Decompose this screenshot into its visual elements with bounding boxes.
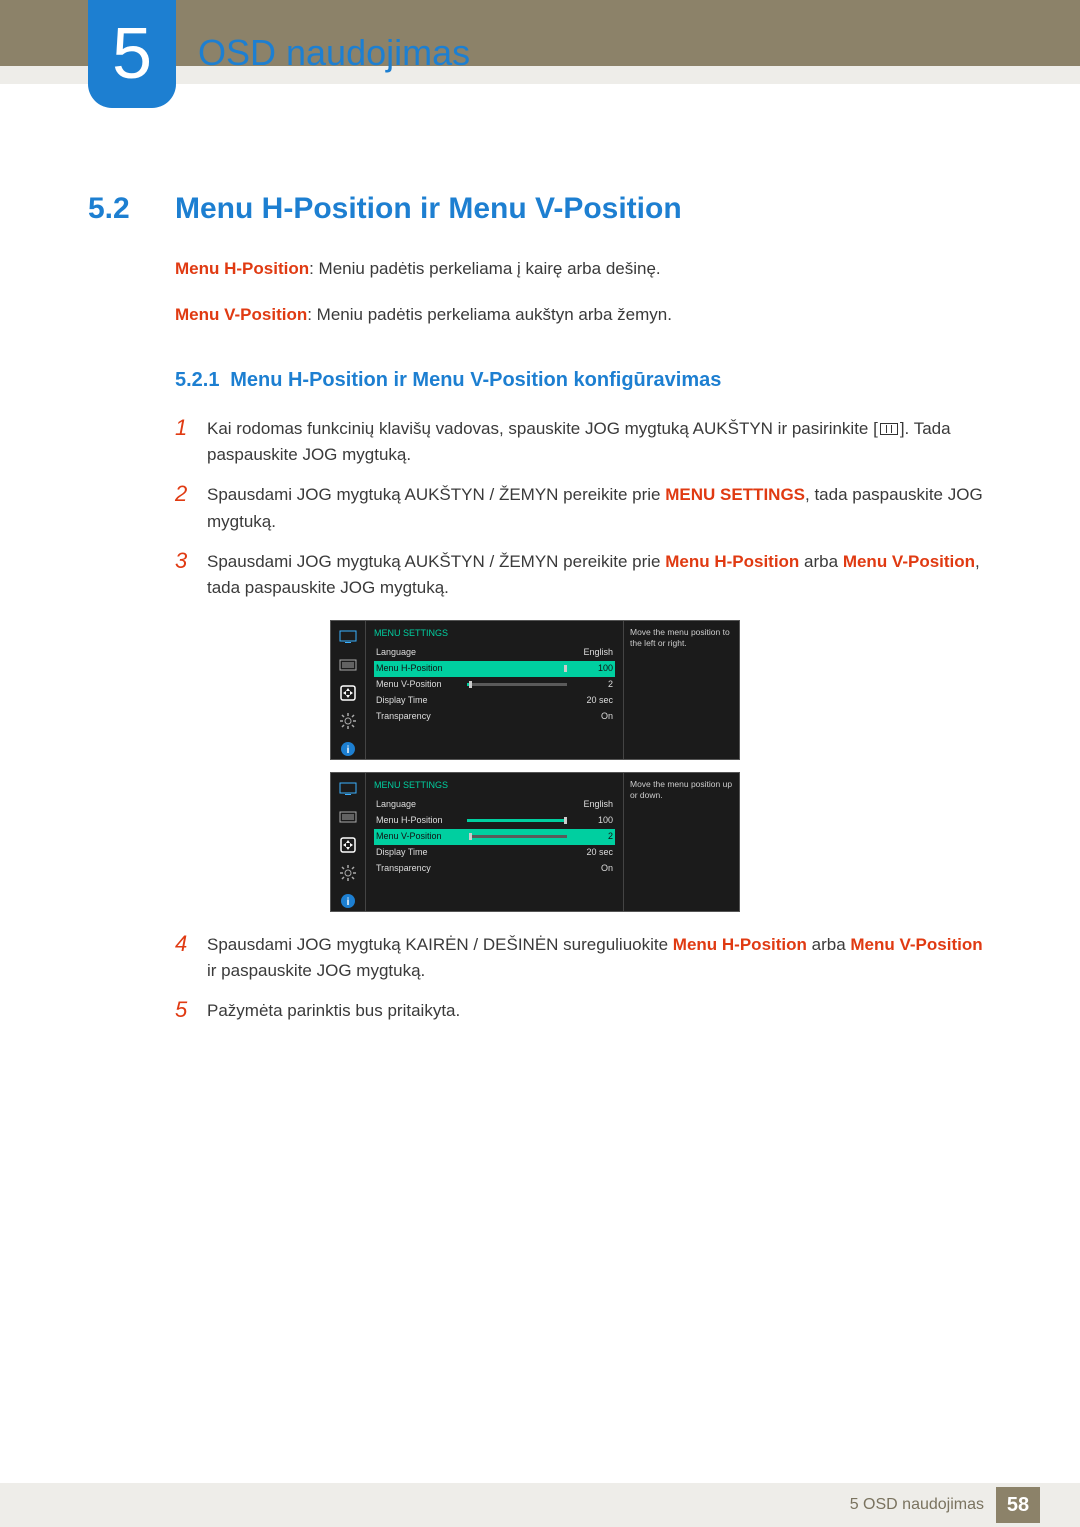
osd-main: MENU SETTINGS Language English Menu H-Po…: [366, 621, 624, 759]
step-3-r1: Menu H-Position: [665, 552, 799, 571]
subsection-heading: 5.2.1 Menu H-Position ir Menu V-Position…: [175, 365, 990, 396]
svg-text:i: i: [347, 897, 350, 908]
move-icon: [337, 683, 359, 703]
footer-page-number: 58: [996, 1487, 1040, 1523]
osd-sidebar: i: [331, 773, 366, 911]
list-icon: [337, 807, 359, 827]
chapter-title: OSD naudojimas: [198, 32, 470, 74]
step-4-r2: Menu V-Position: [850, 935, 982, 954]
step-4-number: 4: [175, 932, 207, 985]
osd-row-hpos: Menu H-Position 100: [374, 813, 615, 829]
osd-row-vpos: Menu V-Position 2: [374, 677, 615, 693]
chapter-number-badge: 5: [88, 0, 176, 108]
section-title: Menu H-Position ir Menu V-Position: [175, 192, 682, 226]
step-5: 5 Pažymėta parinktis bus pritaikyta.: [175, 998, 990, 1024]
step-3-mid: arba: [799, 552, 842, 571]
monitor-icon: [337, 627, 359, 647]
step-2-bold: MENU SETTINGS: [665, 485, 805, 504]
step-3-r2: Menu V-Position: [843, 552, 975, 571]
step-4-mid: arba: [807, 935, 850, 954]
step-3: 3 Spausdami JOG mygtuką AUKŠTYN / ŽEMYN …: [175, 549, 990, 602]
osd-language-label: Language: [376, 798, 461, 812]
osd-title: MENU SETTINGS: [374, 627, 615, 641]
osd-row-trans: Transparency On: [374, 709, 615, 725]
step-4: 4 Spausdami JOG mygtuką KAIRĖN / DEŠINĖN…: [175, 932, 990, 985]
step-4-body: Spausdami JOG mygtuką KAIRĖN / DEŠINĖN s…: [207, 932, 990, 985]
osd-hpos-value: 100: [573, 814, 613, 828]
osd-trans-label: Transparency: [376, 862, 461, 876]
step-1-body: Kai rodomas funkcinių klavišų vadovas, s…: [207, 416, 990, 469]
osd-row-trans: Transparency On: [374, 861, 615, 877]
step-1-text-a: Kai rodomas funkcinių klavišų vadovas, s…: [207, 419, 878, 438]
subsection-title: Menu H-Position ir Menu V-Position konfi…: [230, 369, 721, 391]
step-5-number: 5: [175, 998, 207, 1024]
osd-vpos-label: Menu V-Position: [376, 830, 461, 844]
osd-sidebar: i: [331, 621, 366, 759]
intro-vpos: Menu V-Position: Meniu padėtis perkeliam…: [175, 302, 990, 328]
osd-dtime-label: Display Time: [376, 846, 461, 860]
info-icon: i: [337, 891, 359, 911]
step-2: 2 Spausdami JOG mygtuką AUKŠTYN / ŽEMYN …: [175, 482, 990, 535]
info-icon: i: [337, 739, 359, 759]
step-2-number: 2: [175, 482, 207, 535]
osd-row-hpos-selected: Menu H-Position 100: [374, 661, 615, 677]
osd-hint-v: Move the menu position up or down.: [624, 773, 739, 911]
osd-row-dtime: Display Time 20 sec: [374, 845, 615, 861]
subsection-number: 5.2.1: [175, 369, 219, 391]
step-4-text-a: Spausdami JOG mygtuką KAIRĖN / DEŠINĖN s…: [207, 935, 673, 954]
intro-hpos: Menu H-Position: Meniu padėtis perkeliam…: [175, 256, 990, 282]
menu-icon: [880, 423, 898, 435]
osd-main: MENU SETTINGS Language English Menu H-Po…: [366, 773, 624, 911]
intro-hpos-text: : Meniu padėtis perkeliama į kairę arba …: [309, 259, 661, 278]
osd-title: MENU SETTINGS: [374, 779, 615, 793]
osd-vpos-label: Menu V-Position: [376, 678, 461, 692]
step-3-text-a: Spausdami JOG mygtuką AUKŠTYN / ŽEMYN pe…: [207, 552, 665, 571]
step-3-number: 3: [175, 549, 207, 602]
gear-icon: [337, 863, 359, 883]
step-1-number: 1: [175, 416, 207, 469]
osd-language-label: Language: [376, 646, 461, 660]
step-3-body: Spausdami JOG mygtuką AUKŠTYN / ŽEMYN pe…: [207, 549, 990, 602]
body-content: Menu H-Position: Meniu padėtis perkeliam…: [175, 256, 990, 1039]
osd-trans-value: On: [573, 862, 613, 876]
section-number: 5.2: [88, 192, 130, 226]
move-icon: [337, 835, 359, 855]
osd-hpos-label: Menu H-Position: [376, 814, 461, 828]
intro-vpos-label: Menu V-Position: [175, 305, 307, 324]
osd-screenshots: i MENU SETTINGS Language English Menu H-…: [330, 620, 990, 912]
osd-language-value: English: [573, 646, 613, 660]
osd-dtime-label: Display Time: [376, 694, 461, 708]
osd-row-language: Language English: [374, 797, 615, 813]
step-2-text-a: Spausdami JOG mygtuką AUKŠTYN / ŽEMYN pe…: [207, 485, 665, 504]
step-2-body: Spausdami JOG mygtuką AUKŠTYN / ŽEMYN pe…: [207, 482, 990, 535]
osd-dtime-value: 20 sec: [573, 694, 613, 708]
intro-hpos-label: Menu H-Position: [175, 259, 309, 278]
osd-trans-label: Transparency: [376, 710, 461, 724]
osd-row-vpos-selected: Menu V-Position 2: [374, 829, 615, 845]
svg-text:i: i: [347, 745, 350, 756]
osd-trans-value: On: [573, 710, 613, 724]
gear-icon: [337, 711, 359, 731]
footer-text: 5 OSD naudojimas: [850, 1496, 984, 1514]
osd-hpos-label: Menu H-Position: [376, 662, 461, 676]
osd-language-value: English: [573, 798, 613, 812]
step-4-r1: Menu H-Position: [673, 935, 807, 954]
list-icon: [337, 655, 359, 675]
osd-vpos-value: 2: [573, 830, 613, 844]
intro-vpos-text: : Meniu padėtis perkeliama aukštyn arba …: [307, 305, 672, 324]
osd-row-dtime: Display Time 20 sec: [374, 693, 615, 709]
step-4-text-b: ir paspauskite JOG mygtuką.: [207, 961, 425, 980]
footer: 5 OSD naudojimas 58: [0, 1483, 1080, 1527]
osd-row-language: Language English: [374, 645, 615, 661]
osd-hpos-value: 100: [573, 662, 613, 676]
step-1: 1 Kai rodomas funkcinių klavišų vadovas,…: [175, 416, 990, 469]
osd-panel-vpos: i MENU SETTINGS Language English Menu H-…: [330, 772, 740, 912]
monitor-icon: [337, 779, 359, 799]
step-5-body: Pažymėta parinktis bus pritaikyta.: [207, 998, 990, 1024]
osd-hint-h: Move the menu position to the left or ri…: [624, 621, 739, 759]
osd-vpos-value: 2: [573, 678, 613, 692]
osd-dtime-value: 20 sec: [573, 846, 613, 860]
osd-panel-hpos: i MENU SETTINGS Language English Menu H-…: [330, 620, 740, 760]
